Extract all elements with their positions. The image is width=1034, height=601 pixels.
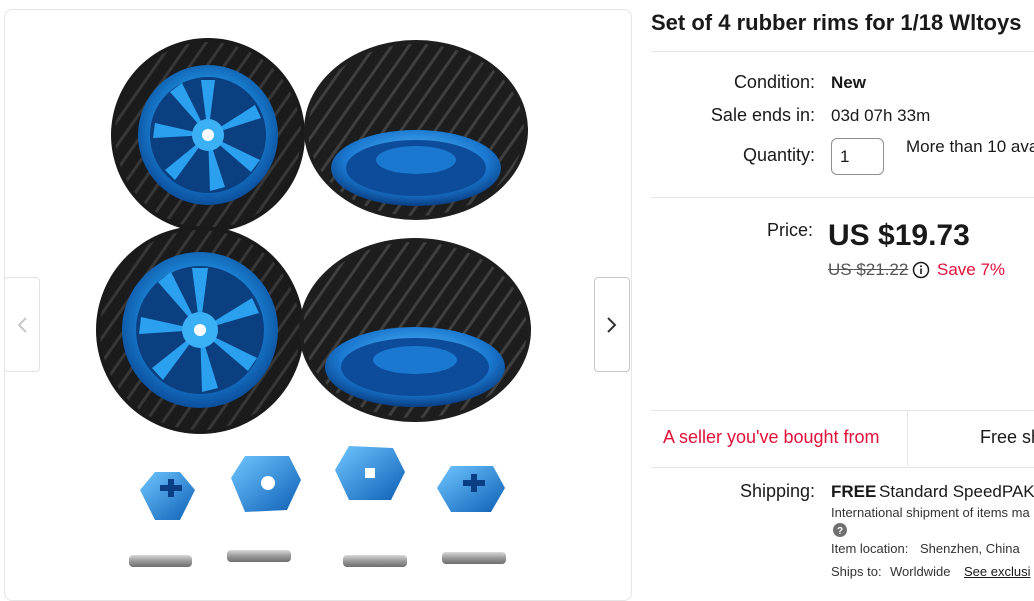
discount-text: Save 7% xyxy=(937,260,1006,279)
details-divider xyxy=(651,197,1034,198)
svg-text:?: ? xyxy=(837,526,843,537)
title-divider xyxy=(651,51,1034,52)
gallery-next-button[interactable] xyxy=(594,277,630,372)
shipping-label: Shipping: xyxy=(739,481,815,501)
hex-hub-3 xyxy=(335,446,405,500)
see-exclusions-link[interactable]: See exclusi xyxy=(964,564,1030,579)
pin-2 xyxy=(227,550,291,562)
wheel-tread-bottom-right xyxy=(299,238,531,422)
ships-to-value: Worldwide xyxy=(890,564,951,579)
info-icon[interactable] xyxy=(912,261,930,279)
tab-divider xyxy=(907,410,908,466)
wheel-face-top-left xyxy=(111,38,305,232)
condition-value: New xyxy=(831,73,866,92)
chevron-right-icon xyxy=(607,316,617,333)
price-current: US $19.73 xyxy=(828,219,970,252)
tab-seller[interactable]: A seller you've bought from xyxy=(663,427,880,448)
sale-ends-value: 03d 07h 33m xyxy=(831,106,931,125)
price-original: US $21.22 xyxy=(828,260,909,279)
product-image[interactable] xyxy=(5,10,631,600)
listing-title: Set of 4 rubber rims for 1/18 Wltoys xyxy=(651,10,1022,35)
help-icon[interactable]: ? xyxy=(833,523,847,537)
pin-1 xyxy=(129,555,192,567)
item-location-value: Shenzhen, China xyxy=(920,541,1020,556)
hex-hub-2 xyxy=(231,456,301,512)
sale-ends-label: Sale ends in: xyxy=(710,105,815,125)
tab-shipping[interactable]: Free sh xyxy=(980,427,1034,448)
shipping-note: International shipment of items ma xyxy=(831,505,1030,520)
ships-to-label: Ships to: xyxy=(831,564,882,579)
pin-3 xyxy=(343,555,407,567)
availability-text: More than 10 ava xyxy=(906,137,1034,156)
hex-hub-4 xyxy=(437,466,505,512)
wheel-face-bottom-left xyxy=(96,226,304,434)
image-gallery xyxy=(4,9,632,601)
pin-4 xyxy=(442,552,506,564)
shipping-free: FREE xyxy=(831,482,877,501)
quantity-input[interactable] xyxy=(831,138,884,175)
chevron-left-icon xyxy=(17,316,27,333)
price-label: Price: xyxy=(766,220,813,240)
shipping-method: Standard SpeedPAK xyxy=(879,482,1034,501)
hex-hub-1 xyxy=(140,472,195,520)
wheel-tread-top-right xyxy=(304,40,528,220)
item-location-label: Item location: xyxy=(831,541,909,556)
condition-label: Condition: xyxy=(733,72,815,92)
gallery-prev-button[interactable] xyxy=(5,277,40,372)
quantity-label: Quantity: xyxy=(742,145,815,165)
